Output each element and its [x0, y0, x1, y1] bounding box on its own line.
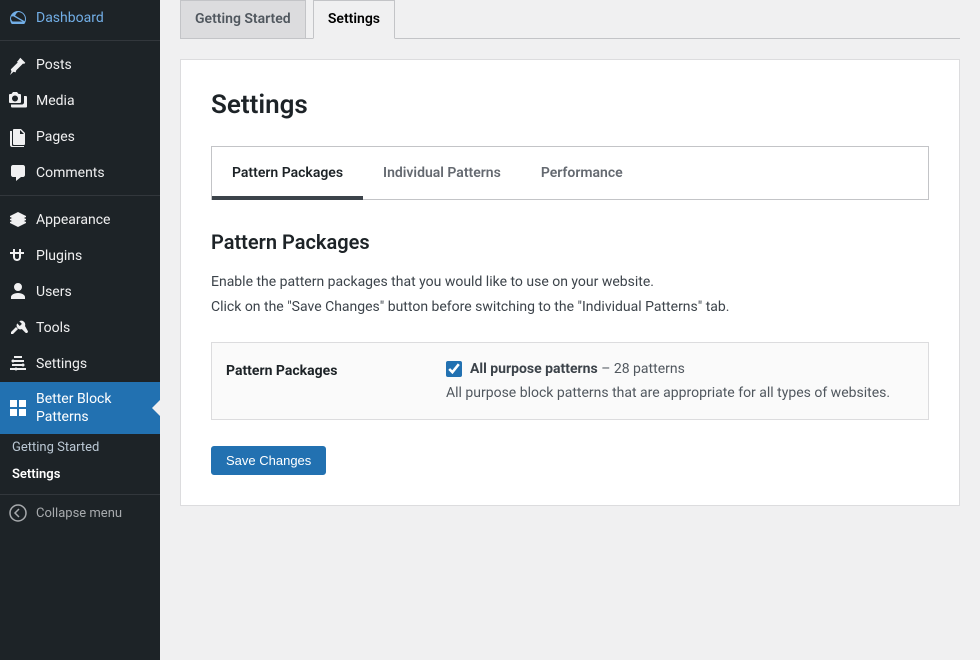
- save-changes-button[interactable]: Save Changes: [211, 446, 326, 475]
- sidebar-subitem-label: Getting Started: [12, 440, 99, 455]
- sidebar-item-tools[interactable]: Tools: [0, 310, 160, 346]
- section-desc-line1: Enable the pattern packages that you wou…: [211, 274, 654, 290]
- sidebar-separator: [0, 191, 160, 196]
- sidebar-item-posts[interactable]: Posts: [0, 47, 160, 83]
- form-label: Pattern Packages: [226, 361, 446, 401]
- package-checkbox-all-purpose[interactable]: [446, 361, 462, 377]
- section-heading: Pattern Packages: [211, 230, 929, 254]
- comments-icon: [8, 163, 28, 183]
- sidebar-item-label: Plugins: [36, 247, 82, 265]
- sidebar-item-label: Comments: [36, 164, 105, 182]
- sidebar-item-label: Better Block Patterns: [36, 390, 152, 426]
- sidebar-subitem-getting-started[interactable]: Getting Started: [0, 434, 160, 461]
- sidebar-item-appearance[interactable]: Appearance: [0, 202, 160, 238]
- sidebar-item-label: Pages: [36, 128, 75, 146]
- settings-icon: [8, 354, 28, 374]
- sidebar-item-settings[interactable]: Settings: [0, 346, 160, 382]
- plugins-icon: [8, 246, 28, 266]
- sidebar-item-pages[interactable]: Pages: [0, 119, 160, 155]
- collapse-menu-button[interactable]: Collapse menu: [0, 494, 160, 531]
- sidebar-item-plugins[interactable]: Plugins: [0, 238, 160, 274]
- section-description: Enable the pattern packages that you wou…: [211, 270, 929, 320]
- sidebar-item-better-block-patterns[interactable]: Better Block Patterns: [0, 382, 160, 434]
- pin-icon: [8, 55, 28, 75]
- sidebar-item-label: Dashboard: [36, 9, 104, 27]
- sidebar-item-users[interactable]: Users: [0, 274, 160, 310]
- collapse-menu-label: Collapse menu: [36, 506, 122, 521]
- section-desc-line2: Click on the "Save Changes" button befor…: [211, 299, 729, 315]
- sidebar-item-label: Tools: [36, 319, 70, 337]
- sidebar-item-media[interactable]: Media: [0, 83, 160, 119]
- package-checkbox-row[interactable]: All purpose patterns – 28 patterns: [446, 361, 914, 377]
- inner-tab-individual-patterns[interactable]: Individual Patterns: [363, 147, 521, 199]
- package-count: – 28 patterns: [598, 361, 685, 377]
- appearance-icon: [8, 210, 28, 230]
- sidebar-item-label: Media: [36, 92, 75, 110]
- dashboard-icon: [8, 8, 28, 28]
- inner-tabs: Pattern Packages Individual Patterns Per…: [211, 146, 929, 200]
- media-icon: [8, 91, 28, 111]
- inner-tab-pattern-packages[interactable]: Pattern Packages: [212, 147, 363, 199]
- tools-icon: [8, 318, 28, 338]
- package-name: All purpose patterns: [470, 361, 598, 377]
- pages-icon: [8, 127, 28, 147]
- sidebar-item-label: Settings: [36, 355, 87, 373]
- bbp-icon: [8, 398, 28, 418]
- sidebar-item-comments[interactable]: Comments: [0, 155, 160, 191]
- tab-getting-started[interactable]: Getting Started: [180, 0, 306, 39]
- sidebar-item-label: Appearance: [36, 211, 110, 229]
- users-icon: [8, 282, 28, 302]
- tab-settings[interactable]: Settings: [313, 0, 395, 39]
- top-tabs: Getting Started Settings: [180, 0, 960, 39]
- panel-title: Settings: [211, 90, 929, 120]
- inner-tab-performance[interactable]: Performance: [521, 147, 643, 199]
- admin-main: Getting Started Settings Settings Patter…: [160, 0, 980, 660]
- sidebar-subitem-label: Settings: [12, 467, 60, 482]
- sidebar-separator: [0, 36, 160, 41]
- settings-panel: Settings Pattern Packages Individual Pat…: [180, 59, 960, 506]
- pattern-packages-form-row: Pattern Packages All purpose patterns – …: [211, 342, 929, 420]
- package-description: All purpose block patterns that are appr…: [446, 385, 914, 401]
- package-checkbox-label: All purpose patterns – 28 patterns: [470, 361, 685, 377]
- sidebar-subitem-settings[interactable]: Settings: [0, 461, 160, 488]
- sidebar-item-label: Users: [36, 283, 72, 301]
- sidebar-item-dashboard[interactable]: Dashboard: [0, 0, 160, 36]
- collapse-icon: [8, 503, 28, 523]
- admin-sidebar: Dashboard Posts Media Pages Comments App…: [0, 0, 160, 660]
- sidebar-item-label: Posts: [36, 56, 72, 74]
- form-field: All purpose patterns – 28 patterns All p…: [446, 361, 914, 401]
